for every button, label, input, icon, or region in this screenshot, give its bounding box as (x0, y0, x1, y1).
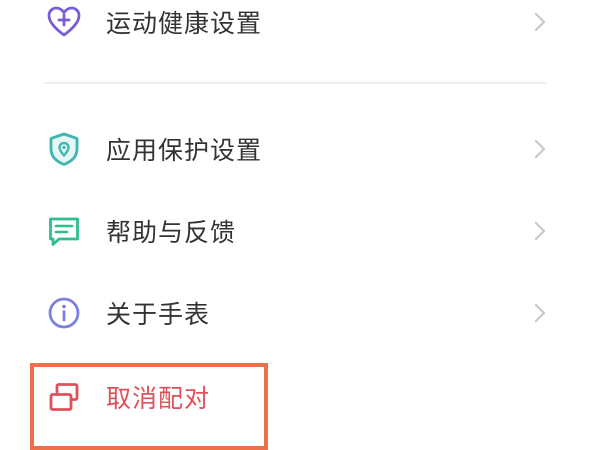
chevron-right-icon (532, 137, 548, 161)
menu-item-health-settings[interactable]: 运动健康设置 (0, 0, 600, 62)
heart-plus-icon (44, 2, 84, 42)
section-divider (44, 82, 546, 84)
menu-item-help-feedback[interactable]: 帮助与反馈 (0, 191, 600, 271)
chevron-right-icon (532, 301, 548, 325)
chat-bubble-icon (44, 211, 84, 251)
info-icon (44, 293, 84, 333)
menu-item-label: 关于手表 (106, 300, 211, 329)
highlight-box (30, 363, 268, 450)
menu-item-app-protection[interactable]: 应用保护设置 (0, 109, 600, 189)
menu-item-about-watch[interactable]: 关于手表 (0, 273, 600, 353)
menu-item-label: 帮助与反馈 (106, 218, 237, 247)
chevron-right-icon (532, 219, 548, 243)
menu-item-label: 应用保护设置 (106, 136, 263, 165)
chevron-right-icon (532, 10, 548, 34)
shield-location-icon (44, 129, 84, 169)
menu-item-label: 运动健康设置 (106, 9, 263, 38)
